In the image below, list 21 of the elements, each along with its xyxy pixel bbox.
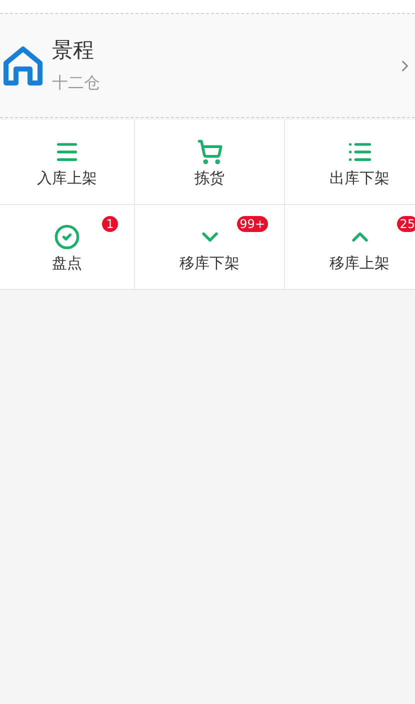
function-label: 移库下架 — [180, 256, 240, 270]
function-tile[interactable]: 拣货 — [135, 120, 285, 205]
function-label: 移库上架 — [330, 256, 390, 270]
function-label: 盘点 — [52, 256, 82, 270]
function-tile[interactable]: 入库上架 — [0, 120, 135, 205]
function-tile[interactable]: 盘点 1 — [0, 205, 135, 290]
function-tile[interactable]: 出库下架 — [285, 120, 415, 205]
warehouse-subtitle: 十二仓 — [52, 75, 101, 91]
warehouse-card[interactable]: 景程 十二仓 — [0, 14, 415, 118]
house-icon — [2, 44, 44, 86]
function-tile[interactable]: 移库上架 25 — [285, 205, 415, 290]
count-badge: 1 — [102, 216, 118, 232]
cart-icon — [196, 138, 222, 164]
count-badge: 25 — [396, 216, 415, 232]
count-badge: 99+ — [236, 216, 268, 232]
warehouse-name: 景程 — [52, 40, 95, 61]
check-circle-icon — [54, 224, 80, 250]
function-label: 出库下架 — [330, 170, 390, 186]
function-label: 入库上架 — [37, 170, 97, 186]
function-tile[interactable]: 移库下架 99+ — [135, 205, 285, 290]
function-label: 拣货 — [194, 170, 224, 186]
